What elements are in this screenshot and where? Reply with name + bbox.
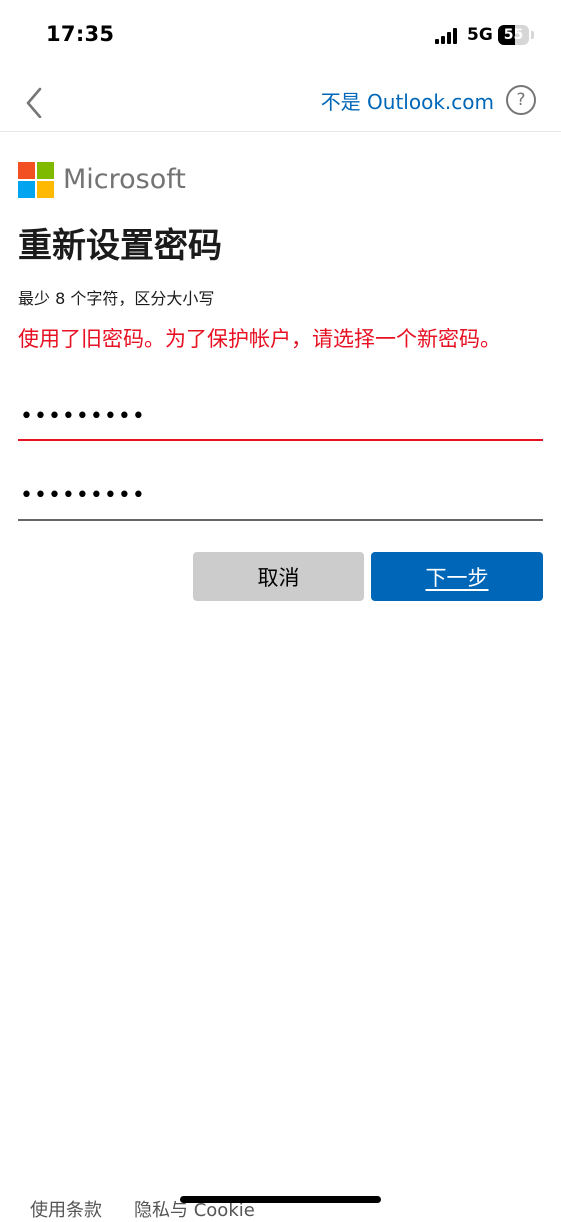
footer: 使用条款 隐私与 Cookie: [0, 1190, 561, 1222]
home-indicator: [180, 1196, 381, 1203]
status-time: 17:35: [46, 22, 115, 46]
microsoft-logo-icon: [18, 162, 54, 198]
logo-square-blue: [18, 181, 35, 198]
logo-square-red: [18, 162, 35, 179]
help-button[interactable]: ?: [506, 85, 536, 115]
error-message: 使用了旧密码。为了保护帐户，请选择一个新密码。: [18, 327, 501, 351]
battery-level: 55: [503, 27, 524, 43]
page-title: 重新设置密码: [18, 226, 222, 266]
signal-bars-icon: [435, 27, 461, 44]
confirm-password-field[interactable]: [18, 472, 543, 521]
cancel-button[interactable]: 取消: [193, 552, 364, 601]
next-button[interactable]: 下一步: [371, 552, 543, 601]
chevron-left-icon: [26, 87, 42, 118]
microsoft-logo-text: Microsoft: [63, 164, 186, 195]
nav-bar: 不是 Outlook.com ?: [0, 72, 561, 132]
logo-square-green: [37, 162, 54, 179]
network-type: 5G: [467, 25, 493, 45]
logo-square-yellow: [37, 181, 54, 198]
status-bar: 17:35 5G 55: [0, 0, 561, 72]
password-hint: 最少 8 个字符，区分大小写: [18, 289, 215, 308]
terms-of-use-link[interactable]: 使用条款: [30, 1196, 102, 1222]
back-button[interactable]: [16, 78, 56, 118]
question-circle-icon: ?: [516, 90, 526, 110]
battery-cap: [531, 31, 534, 39]
battery-icon: 55: [498, 25, 529, 45]
new-password-field[interactable]: [18, 393, 543, 441]
switch-account-link[interactable]: 不是 Outlook.com: [321, 86, 494, 115]
